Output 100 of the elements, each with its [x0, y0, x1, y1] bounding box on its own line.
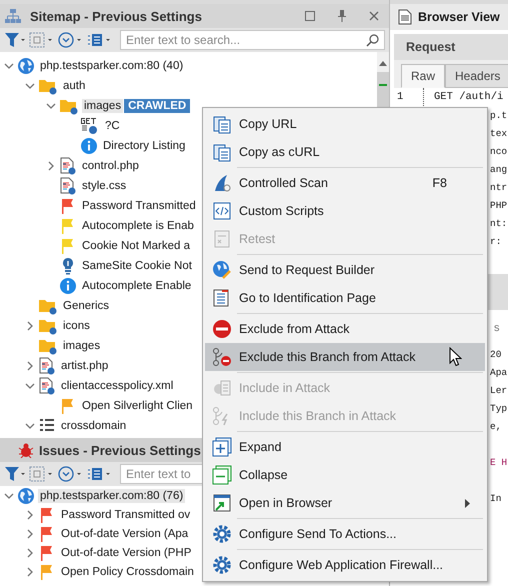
tree-item[interactable]: php.testsparker.com:80 (76)	[38, 488, 186, 502]
tree-item[interactable]: control.php	[80, 159, 141, 173]
tree-item[interactable]: auth	[61, 79, 88, 93]
folder-icon	[38, 77, 58, 95]
tree-item[interactable]: ?C	[103, 119, 122, 133]
document-icon	[398, 9, 412, 25]
menu-item[interactable]: Copy URL	[205, 110, 485, 138]
scroll-up-icon[interactable]	[379, 60, 387, 66]
tree-item[interactable]: php.testsparker.com:80 (40)	[38, 59, 186, 73]
menu-item[interactable]: Send to Request Builder	[205, 256, 485, 284]
pin-icon[interactable]	[337, 10, 347, 22]
code-text: e,	[490, 421, 502, 432]
menu-item[interactable]: Copy as cURL	[205, 138, 485, 166]
search-field[interactable]: s	[494, 322, 500, 334]
folder-icon	[38, 297, 58, 315]
tree-item[interactable]: style.css	[80, 179, 128, 193]
tree-item[interactable]: Open Policy Crossdomain	[59, 564, 196, 578]
page-icon	[59, 157, 77, 175]
code-text: 20	[490, 349, 502, 360]
get-request-icon	[80, 117, 100, 135]
tree-item[interactable]: Cookie Not Marked a	[80, 239, 192, 253]
tree-item[interactable]: clientaccesspolicy.xml	[59, 379, 176, 393]
tree-item[interactable]: icons	[61, 319, 92, 333]
page-icon	[38, 377, 56, 395]
dropdown-circle-icon[interactable]	[58, 466, 84, 482]
menu-item[interactable]: Controlled Scan F8	[205, 169, 485, 197]
code-text: nco	[490, 146, 508, 156]
info-icon	[59, 277, 77, 295]
frame-icon[interactable]	[29, 466, 55, 482]
sitemap-icon	[4, 8, 22, 24]
menu-item[interactable]: Configure Web Application Firewall...	[205, 551, 485, 579]
menu-item[interactable]: Exclude from Attack	[205, 315, 485, 343]
tree-item[interactable]: Autocomplete Enable	[80, 279, 194, 293]
search-field[interactable]: Enter text to search...	[120, 30, 385, 50]
code-text: p.t	[490, 110, 508, 120]
status-badge: CRAWLED	[124, 99, 190, 113]
tree-item[interactable]: Out-of-date Version (PHP	[59, 546, 194, 560]
code-text: Ler	[490, 385, 508, 396]
code-text: PHP	[490, 200, 508, 210]
tree-item[interactable]: Open Silverlight Clien	[80, 399, 195, 413]
code-text: Apa	[490, 367, 508, 378]
globe-icon	[17, 57, 35, 75]
folder-icon	[38, 337, 58, 355]
dropdown-circle-icon[interactable]	[58, 32, 84, 48]
menu-item[interactable]: Open in Browser	[205, 489, 485, 517]
menu-item[interactable]: Go to Identification Page	[205, 284, 485, 312]
bug-icon	[18, 442, 34, 458]
globe-icon	[17, 486, 35, 504]
tree-item[interactable]: artist.php	[59, 359, 110, 373]
close-icon[interactable]	[369, 11, 379, 21]
tree-item[interactable]: Autocomplete is Enab	[80, 219, 196, 233]
tree-item[interactable]: Password Transmitted	[80, 199, 198, 213]
tab[interactable]: Headers	[445, 64, 508, 88]
expand-icon	[212, 437, 232, 457]
code-text: In	[490, 493, 502, 504]
panel-icon[interactable]	[87, 32, 113, 48]
page-icon	[38, 357, 56, 375]
tree-item[interactable]: SameSite Cookie Not	[80, 259, 194, 273]
folder-icon	[59, 97, 79, 115]
tree-item[interactable]: crossdomain	[59, 419, 128, 433]
retest-icon	[212, 229, 232, 249]
folder-icon	[38, 317, 58, 335]
code-text: tex	[490, 128, 508, 138]
info-icon	[80, 137, 98, 155]
tree-item[interactable]: images	[82, 99, 124, 113]
code-text: nt:	[490, 218, 508, 228]
tree-item[interactable]: Directory Listing	[101, 139, 188, 153]
settings-icon	[212, 524, 232, 544]
code-text: E H	[490, 457, 508, 468]
menu-item[interactable]: Configure Send To Actions...	[205, 520, 485, 548]
tree-item[interactable]: Generics	[61, 299, 112, 313]
tree-item[interactable]: images	[61, 339, 102, 353]
menu-item[interactable]: Expand	[205, 433, 485, 461]
code-text: r:	[490, 236, 502, 246]
clipboard-icon	[212, 114, 232, 134]
branch-icon	[212, 347, 232, 367]
frame-icon[interactable]	[29, 32, 55, 48]
menu-item[interactable]: Exclude this Branch from Attack	[205, 343, 485, 371]
page-icon	[59, 177, 77, 195]
settings-icon	[212, 555, 232, 575]
code-icon	[212, 201, 232, 221]
fin-icon	[212, 173, 232, 193]
tree-item[interactable]: Password Transmitted ov	[59, 508, 192, 522]
menu-item[interactable]: Collapse	[205, 461, 485, 489]
page-icon	[212, 378, 232, 398]
filter-icon[interactable]	[4, 32, 26, 48]
menu-item[interactable]: Custom Scripts	[205, 197, 485, 225]
tab[interactable]: Raw	[401, 64, 446, 88]
code-text: ang	[490, 164, 508, 174]
filter-icon[interactable]	[4, 466, 26, 482]
code-text: ntr	[490, 182, 508, 192]
collapse-icon	[212, 465, 232, 485]
line-number: 1	[394, 88, 424, 106]
tree-item[interactable]: Out-of-date Version (Apa	[59, 526, 190, 540]
search-icon	[366, 33, 380, 47]
globe-icon	[212, 260, 232, 280]
clipboard-icon	[212, 142, 232, 162]
maximize-icon[interactable]	[305, 11, 315, 21]
panel-title: Issues - Previous Settings	[39, 442, 201, 458]
panel-icon[interactable]	[87, 466, 113, 482]
